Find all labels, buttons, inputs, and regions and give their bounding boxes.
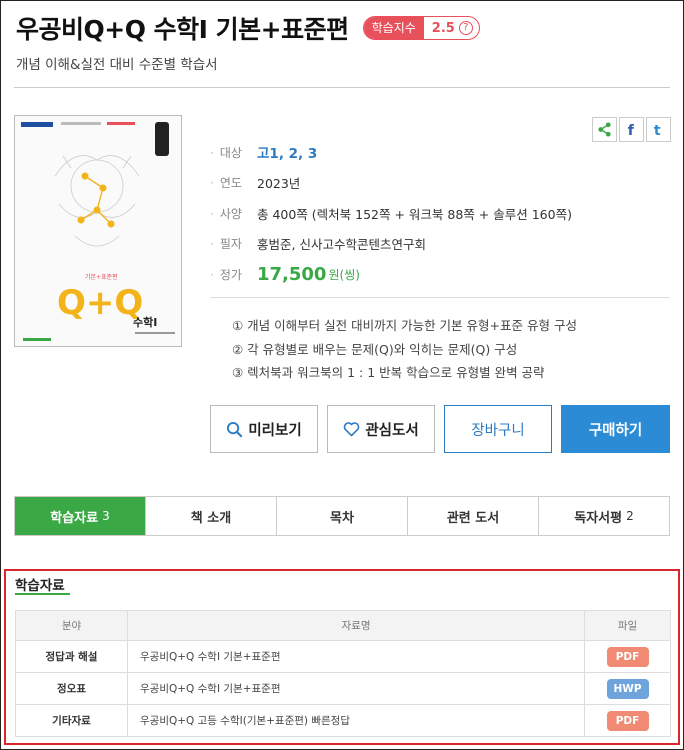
- table-row: 정답과 해설 우공비Q+Q 수학Ⅰ 기본+표준편 PDF: [15, 640, 671, 673]
- divider: [210, 297, 670, 298]
- column-header: 자료명: [127, 610, 585, 641]
- book-title: 우공비Q+Q 수학Ⅰ 기본+표준편: [16, 15, 349, 44]
- tab-label: 학습자료: [50, 510, 99, 526]
- pdf-download-button[interactable]: PDF: [606, 646, 649, 667]
- svg-text:기본+표준편: 기본+표준편: [85, 273, 118, 281]
- share-buttons: f t: [590, 117, 671, 142]
- svg-text:f: f: [628, 123, 635, 137]
- study-materials-section: 학습자료 분야 자료명 파일 정답과 해설 우공비Q+Q 수학Ⅰ 기본+표준편 …: [4, 569, 680, 745]
- material-name: 우공비Q+Q 수학Ⅰ 기본+표준편: [127, 640, 585, 673]
- hwp-download-button[interactable]: HWP: [606, 678, 649, 699]
- info-value-year: 2023년: [257, 176, 301, 192]
- tab-book-intro[interactable]: 책 소개: [145, 497, 276, 535]
- price-unit: 원(씽): [328, 267, 360, 282]
- book-cover-art: 기본+표준편 Q+Q 수학Ⅰ: [15, 116, 181, 346]
- info-key: 사양: [210, 205, 257, 222]
- column-header: 분야: [15, 610, 128, 641]
- info-row-author: 필자 홍범준, 신사고수학콘텐츠연구회: [210, 229, 572, 260]
- tab-label: 책 소개: [190, 510, 232, 526]
- tab-contents[interactable]: 목차: [276, 497, 407, 535]
- wishlist-label: 관심도서: [365, 422, 419, 439]
- buy-button[interactable]: 구매하기: [561, 405, 670, 453]
- facebook-icon[interactable]: f: [619, 117, 644, 142]
- tab-label: 목차: [330, 510, 354, 526]
- section-title: 학습자료: [15, 578, 65, 594]
- svg-text:수학Ⅰ: 수학Ⅰ: [133, 315, 157, 329]
- material-name: 우공비Q+Q 고등 수학Ⅰ(기본+표준편) 빠른정답: [127, 704, 585, 737]
- buy-label: 구매하기: [588, 422, 643, 439]
- table-row: 기타자료 우공비Q+Q 고등 수학Ⅰ(기본+표준편) 빠른정답 PDF: [15, 704, 671, 737]
- info-value-target: 고1, 2, 3: [257, 146, 318, 163]
- book-cover-image[interactable]: 기본+표준편 Q+Q 수학Ⅰ: [14, 115, 182, 347]
- table-header-row: 분야 자료명 파일: [15, 610, 671, 641]
- pdf-download-button[interactable]: PDF: [606, 710, 649, 731]
- svg-text:t: t: [654, 123, 661, 137]
- material-category: 기타자료: [15, 704, 128, 737]
- info-key: 필자: [210, 235, 257, 252]
- tab-label: 관련 도서: [446, 510, 500, 526]
- svg-text:Q+Q: Q+Q: [57, 283, 143, 323]
- study-index-label: 학습지수: [363, 17, 424, 39]
- book-subtitle: 개념 이해&실전 대비 수준별 학습서: [16, 57, 218, 73]
- tab-reader-reviews[interactable]: 독자서평 2: [538, 497, 669, 535]
- tab-study-materials[interactable]: 학습자료 3: [15, 497, 145, 535]
- info-key: 연도: [210, 174, 257, 191]
- tab-label: 독자서평: [574, 510, 623, 526]
- divider: [14, 87, 670, 88]
- column-header: 파일: [584, 610, 671, 641]
- detail-tabs: 학습자료 3 책 소개 목차 관련 도서 독자서평 2: [14, 496, 670, 536]
- twitter-icon[interactable]: t: [646, 117, 671, 142]
- table-row: 정오표 우공비Q+Q 수학Ⅰ 기본+표준편 HWP: [15, 672, 671, 705]
- material-category: 정오표: [15, 672, 128, 705]
- info-row-price: 정가 17,500 원(씽): [210, 259, 572, 290]
- feature-item: ② 각 유형별로 배우는 문제(Q)와 익히는 문제(Q) 구성: [232, 341, 518, 357]
- info-row-spec: 사양 총 400쪽 (렉처북 152쪽 + 워크북 88쪽 + 솔루션 160쪽…: [210, 198, 572, 229]
- info-row-year: 연도 2023년: [210, 168, 572, 199]
- info-key: 대상: [210, 144, 257, 161]
- info-key: 정가: [210, 266, 257, 283]
- cart-button[interactable]: 장바구니: [444, 405, 552, 453]
- info-row-target: 대상 고1, 2, 3: [210, 137, 572, 168]
- materials-table: 분야 자료명 파일 정답과 해설 우공비Q+Q 수학Ⅰ 기본+표준편 PDF 정…: [15, 610, 671, 737]
- wishlist-button[interactable]: 관심도서: [327, 405, 435, 453]
- feature-item: ③ 렉처북과 워크북의 1 : 1 반복 학습으로 유형별 완벽 공략: [232, 365, 545, 380]
- feature-list: ① 개념 이해부터 실전 대비까지 가능한 기본 유형+표준 유형 구성 ② 각…: [232, 314, 577, 385]
- heart-icon: [344, 422, 360, 437]
- feature-item: ① 개념 이해부터 실전 대비까지 가능한 기본 유형+표준 유형 구성: [232, 318, 577, 333]
- preview-label: 미리보기: [248, 422, 302, 439]
- cart-label: 장바구니: [471, 422, 525, 439]
- material-category: 정답과 해설: [15, 640, 128, 673]
- info-value-spec: 총 400쪽 (렉처북 152쪽 + 워크북 88쪽 + 솔루션 160쪽): [257, 206, 572, 222]
- section-title-underline: [15, 593, 70, 595]
- preview-button[interactable]: 미리보기: [210, 405, 318, 453]
- study-index-badge: 학습지수 2.5 ?: [362, 16, 480, 40]
- tab-count: 2: [626, 509, 634, 523]
- price-value: 17,500: [257, 263, 327, 285]
- share-icon[interactable]: [592, 117, 617, 142]
- info-value-author: 홍범준, 신사고수학콘텐츠연구회: [257, 237, 426, 253]
- material-name: 우공비Q+Q 수학Ⅰ 기본+표준편: [127, 672, 585, 705]
- book-info: 대상 고1, 2, 3 연도 2023년 사양 총 400쪽 (렉처북 152쪽…: [210, 137, 572, 290]
- search-icon: [227, 421, 243, 437]
- tab-related-books[interactable]: 관련 도서: [407, 497, 538, 535]
- title-row: 우공비Q+Q 수학Ⅰ 기본+표준편 학습지수 2.5 ?: [16, 10, 480, 46]
- study-index-score: 2.5: [431, 20, 455, 36]
- help-icon[interactable]: ?: [458, 21, 473, 35]
- tab-count: 3: [102, 509, 110, 523]
